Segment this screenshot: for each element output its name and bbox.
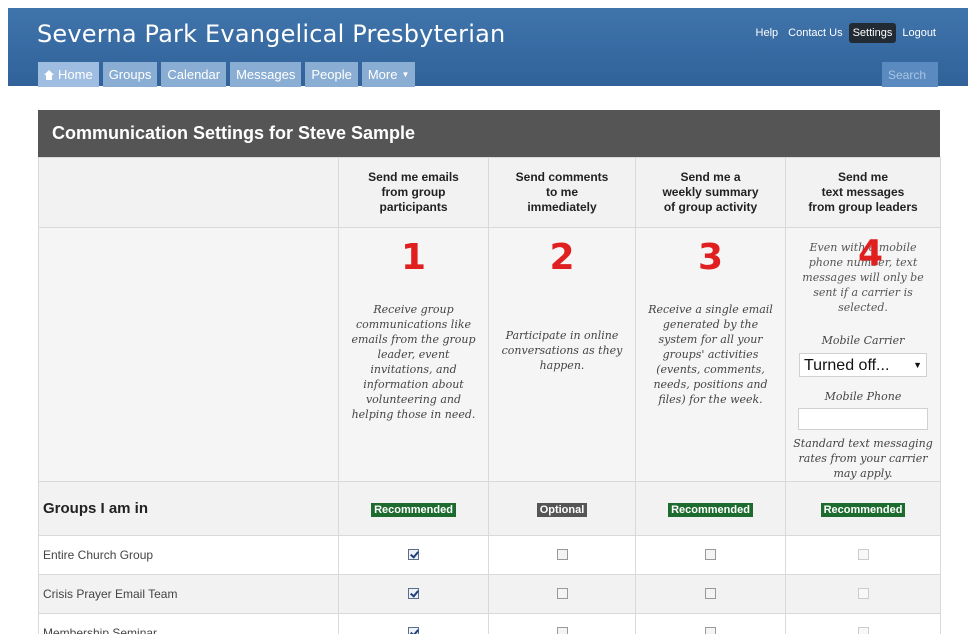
empty-header-cell [38, 157, 339, 228]
column-header-comments: Send comments to me immediately [488, 157, 636, 228]
communication-settings-table: Send me emails from group participants Sen… [38, 157, 941, 634]
summary-description-cell: 3 Receive a single email generated by th… [635, 227, 786, 482]
optional-badge: Optional [536, 502, 588, 517]
nav-messages[interactable]: Messages [230, 62, 302, 87]
nav-more-label: More [367, 67, 398, 82]
recommended-badge: Recommended [668, 502, 753, 517]
empty-desc-cell [38, 227, 339, 482]
rates-note: Standard text messaging rates from your … [793, 437, 933, 480]
main-nav: Home Groups Calendar Messages People Mor… [38, 62, 416, 87]
logout-link[interactable]: Logout [898, 23, 940, 43]
summary-checkbox[interactable] [705, 627, 716, 634]
comments-description-cell: 2 Participate in online conversations as… [488, 227, 636, 482]
group-name: Crisis Prayer Email Team [38, 574, 339, 614]
emails-description: Receive group communications like emails… [351, 303, 476, 421]
group-name: Membership Seminar [38, 613, 339, 634]
table-row: Entire Church Group [38, 535, 941, 575]
text-checkbox[interactable] [857, 627, 869, 634]
text-badge-cell: Recommended [785, 481, 941, 536]
search-input[interactable]: Search [882, 62, 938, 87]
summary-checkbox[interactable] [705, 549, 716, 561]
nav-groups[interactable]: Groups [102, 62, 158, 87]
column-header-emails: Send me emails from group participants [338, 157, 489, 228]
site-header: Severna Park Evangelical Presbyterian He… [8, 8, 968, 87]
mobile-phone-input[interactable] [798, 408, 928, 430]
carrier-label: Mobile Carrier [821, 334, 905, 347]
comments-checkbox[interactable] [556, 549, 568, 561]
dropdown-arrow-icon: ▼ [913, 359, 922, 370]
emails-badge-cell: Recommended [338, 481, 489, 536]
nav-home-label: Home [58, 67, 93, 82]
callout-number-2: 2 [549, 237, 575, 278]
column-header-summary: Send me a weekly summary of group activity [635, 157, 786, 228]
nav-calendar[interactable]: Calendar [161, 62, 227, 87]
help-link[interactable]: Help [752, 23, 783, 43]
nav-home[interactable]: Home [38, 62, 99, 87]
nav-more[interactable]: More ▼ [361, 62, 416, 87]
page-title: Communication Settings for Steve Sample [38, 110, 940, 157]
groups-heading: Groups I am in [38, 481, 339, 536]
carrier-value: Turned off... [804, 356, 890, 374]
emails-checkbox[interactable] [408, 549, 419, 561]
contact-us-link[interactable]: Contact Us [784, 23, 846, 43]
callout-number-1: 1 [400, 237, 427, 278]
comments-checkbox[interactable] [556, 588, 568, 600]
emails-description-cell: 1 Receive group communications like emai… [338, 227, 489, 482]
comments-checkbox[interactable] [556, 627, 568, 634]
text-checkbox[interactable] [857, 588, 869, 600]
callout-number-3: 3 [697, 237, 724, 278]
comments-badge-cell: Optional [488, 481, 636, 536]
emails-checkbox[interactable] [408, 627, 419, 634]
emails-checkbox[interactable] [408, 588, 419, 600]
phone-label: Mobile Phone [824, 390, 902, 403]
mobile-carrier-select[interactable]: Turned off... ▼ [799, 353, 927, 377]
caret-down-icon: ▼ [401, 70, 410, 79]
settings-link[interactable]: Settings [848, 23, 897, 43]
utility-nav: Help Contact Us Settings Logout [752, 23, 940, 43]
text-settings-cell: Even with a mobile phone number, text me… [785, 227, 941, 482]
summary-badge-cell: Recommended [635, 481, 786, 536]
home-icon [44, 69, 54, 80]
recommended-badge: Recommended [371, 502, 456, 517]
comments-description: Participate in online conversations as t… [501, 329, 623, 372]
recommended-badge: Recommended [820, 502, 906, 517]
summary-checkbox[interactable] [705, 588, 716, 600]
table-row: Membership Seminar [38, 613, 941, 634]
table-row: Crisis Prayer Email Team [38, 574, 941, 614]
site-title[interactable]: Severna Park Evangelical Presbyterian [37, 20, 505, 48]
summary-description: Receive a single email generated by the … [648, 303, 773, 406]
nav-people[interactable]: People [305, 62, 358, 87]
group-name: Entire Church Group [38, 535, 339, 575]
column-header-text: Send me text messages from group leaders [785, 157, 941, 228]
callout-number-4: 4 [858, 233, 884, 274]
text-checkbox[interactable] [857, 549, 869, 561]
